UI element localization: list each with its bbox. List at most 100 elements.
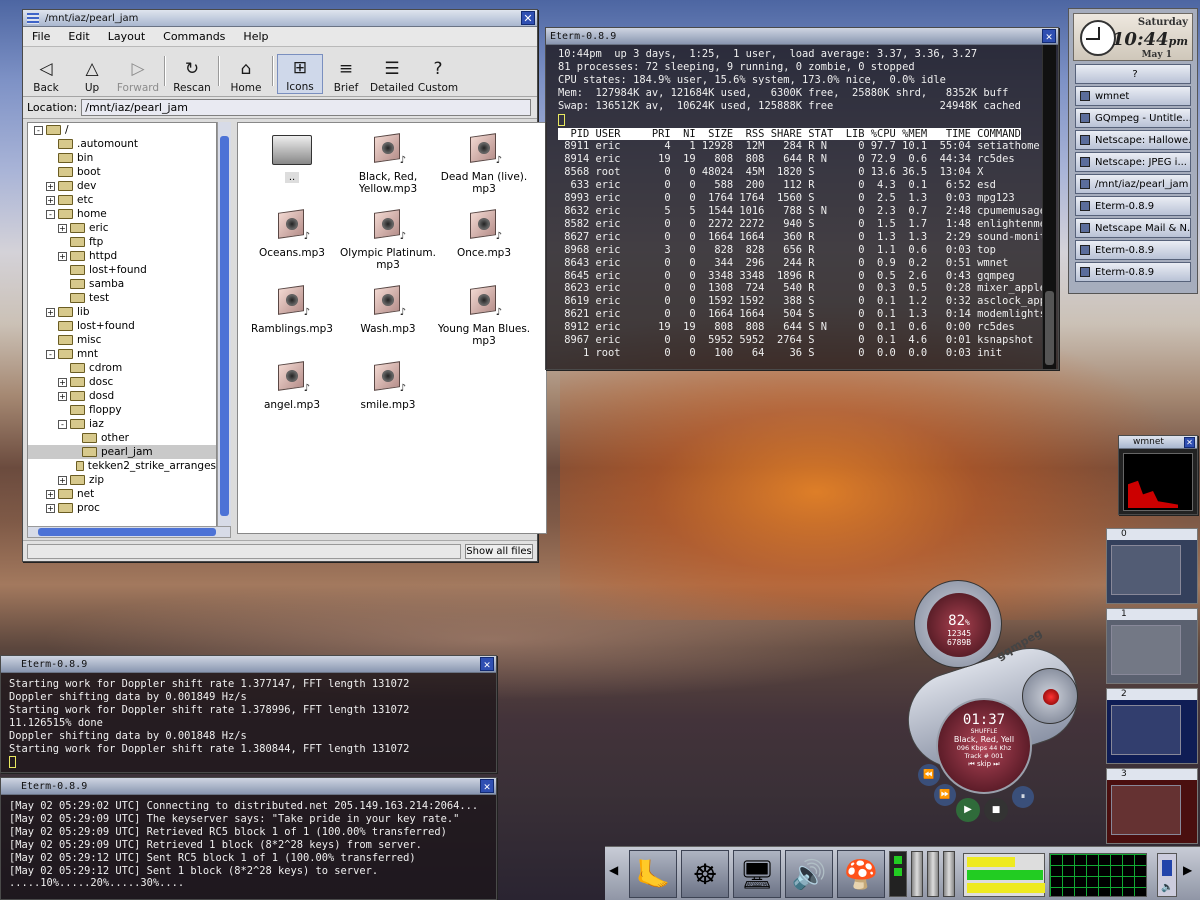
file-item[interactable]: ♪ Dead Man (live). mp3 bbox=[436, 133, 532, 195]
skip-control[interactable]: ⏮ skip ⏭ bbox=[938, 760, 1030, 769]
tree-item[interactable]: lost+found bbox=[28, 263, 216, 277]
file-item[interactable]: ♪ smile.mp3 bbox=[340, 361, 436, 411]
file-item[interactable]: ♪ Ramblings.mp3 bbox=[244, 285, 340, 335]
file-item[interactable]: ♪ Wash.mp3 bbox=[340, 285, 436, 335]
expand-icon[interactable]: + bbox=[58, 391, 67, 401]
tree-item[interactable]: pearl_jam bbox=[28, 445, 216, 459]
task-button[interactable]: Eterm-0.8.9 bbox=[1075, 262, 1191, 282]
tree-item[interactable]: other bbox=[28, 431, 216, 445]
panel-arrow-right-icon[interactable]: ▶ bbox=[1183, 863, 1192, 877]
expand-icon[interactable]: + bbox=[58, 251, 67, 261]
tree-item[interactable]: samba bbox=[28, 277, 216, 291]
tree-item[interactable]: floppy bbox=[28, 403, 216, 417]
close-icon[interactable]: ✕ bbox=[480, 779, 494, 793]
close-icon[interactable]: ✕ bbox=[1042, 29, 1056, 43]
brief-button[interactable]: ≡ Brief bbox=[323, 56, 369, 94]
tree-scrollbar[interactable] bbox=[217, 122, 231, 534]
tree-item[interactable]: + dosd bbox=[28, 389, 216, 403]
terminal-content[interactable]: Starting work for Doppler shift rate 1.3… bbox=[9, 678, 489, 755]
volume-control[interactable]: 🔈 bbox=[1157, 853, 1177, 897]
terminal-titlebar[interactable]: Eterm-0.8.9 ✕ bbox=[1, 778, 496, 795]
scroll-thumb[interactable] bbox=[220, 136, 229, 516]
eject-knob[interactable] bbox=[1022, 668, 1078, 724]
mixer-slider-1[interactable] bbox=[911, 851, 923, 897]
menu-commands[interactable]: Commands bbox=[154, 30, 234, 43]
file-manager-titlebar[interactable]: /mnt/iaz/pearl_jam ✕ bbox=[23, 10, 537, 27]
file-item[interactable]: ♪ angel.mp3 bbox=[244, 361, 340, 411]
file-item[interactable]: ♪ Oceans.mp3 bbox=[244, 209, 340, 259]
tree-item[interactable]: + net bbox=[28, 487, 216, 501]
tree-item[interactable]: boot bbox=[28, 165, 216, 179]
tree-hscrollbar[interactable] bbox=[27, 526, 231, 538]
home-button[interactable]: ⌂ Home bbox=[223, 56, 269, 94]
file-item[interactable]: ♪ Black, Red, Yellow.mp3 bbox=[340, 133, 436, 195]
hscroll-thumb[interactable] bbox=[38, 528, 216, 536]
icons-button[interactable]: ⊞ Icons bbox=[277, 54, 323, 94]
expand-icon[interactable]: + bbox=[46, 489, 55, 499]
terminal-content[interactable]: 10:44pm up 3 days, 1:25, 1 user, load av… bbox=[558, 48, 1052, 360]
task-button[interactable]: Netscape Mail & N... bbox=[1075, 218, 1191, 238]
tree-item[interactable]: - iaz bbox=[28, 417, 216, 431]
mushroom-launcher-icon[interactable]: 🍄 bbox=[837, 850, 885, 898]
up-button[interactable]: △ Up bbox=[69, 56, 115, 94]
scroll-thumb[interactable] bbox=[1045, 291, 1054, 365]
expand-icon[interactable]: + bbox=[46, 307, 55, 317]
desktop-2[interactable]: 2 bbox=[1106, 688, 1198, 764]
terminal-scrollbar[interactable] bbox=[1042, 45, 1056, 369]
tree-item[interactable]: - home bbox=[28, 207, 216, 221]
task-button[interactable]: Eterm-0.8.9 bbox=[1075, 240, 1191, 260]
tree-item[interactable]: misc bbox=[28, 333, 216, 347]
task-button[interactable]: Netscape: Hallowe... bbox=[1075, 130, 1191, 150]
play-button[interactable]: ▶ bbox=[956, 798, 980, 822]
terminal-titlebar[interactable]: Eterm-0.8.9 ✕ bbox=[546, 28, 1058, 45]
menu-help[interactable]: Help bbox=[234, 30, 277, 43]
sound-launcher-icon[interactable]: 🔊 bbox=[785, 850, 833, 898]
tree-item[interactable]: + etc bbox=[28, 193, 216, 207]
tree-item[interactable]: tekken2_strike_arranges bbox=[28, 459, 216, 473]
wmnet-titlebar[interactable]: wmnet ✕ bbox=[1119, 436, 1197, 449]
menu-edit[interactable]: Edit bbox=[59, 30, 98, 43]
tree-item[interactable]: lost+found bbox=[28, 319, 216, 333]
expand-icon[interactable]: + bbox=[58, 475, 67, 485]
collapse-icon[interactable]: - bbox=[46, 349, 55, 359]
collapse-icon[interactable]: - bbox=[46, 209, 55, 219]
desktop-1[interactable]: 1 bbox=[1106, 608, 1198, 684]
close-icon[interactable]: ✕ bbox=[521, 11, 535, 25]
pause-button[interactable]: ⏸ bbox=[1012, 786, 1034, 808]
menu-layout[interactable]: Layout bbox=[99, 30, 154, 43]
collapse-icon[interactable]: - bbox=[34, 125, 43, 135]
prev-button[interactable]: ⏪ bbox=[918, 764, 940, 786]
window-menu-icon[interactable] bbox=[27, 12, 39, 24]
expand-icon[interactable]: + bbox=[46, 195, 55, 205]
file-item[interactable]: ♪ Olympic Platinum. mp3 bbox=[340, 209, 436, 271]
tree-item[interactable]: + lib bbox=[28, 305, 216, 319]
stop-button[interactable]: ■ bbox=[984, 798, 1008, 822]
helm-launcher-icon[interactable]: ☸ bbox=[681, 850, 729, 898]
tree-item[interactable]: + eric bbox=[28, 221, 216, 235]
tree-item[interactable]: cdrom bbox=[28, 361, 216, 375]
collapse-icon[interactable]: - bbox=[58, 419, 67, 429]
desktop-3[interactable]: 3 bbox=[1106, 768, 1198, 844]
tree-item[interactable]: - / bbox=[28, 123, 216, 137]
tree-item[interactable]: + proc bbox=[28, 501, 216, 515]
forward-button[interactable]: ▷ Forward bbox=[115, 56, 161, 94]
task-button[interactable]: Eterm-0.8.9 bbox=[1075, 196, 1191, 216]
panel-arrow-left-icon[interactable]: ◀ bbox=[609, 863, 618, 877]
tree-item[interactable]: + httpd bbox=[28, 249, 216, 263]
gnome-foot-launcher-icon[interactable]: 🦶 bbox=[629, 850, 677, 898]
terminal-titlebar[interactable]: Eterm-0.8.9 ✕ bbox=[1, 656, 496, 673]
terminal-content[interactable]: [May 02 05:29:02 UTC] Connecting to dist… bbox=[9, 800, 494, 890]
mixer-slider-3[interactable] bbox=[943, 851, 955, 897]
task-button[interactable]: wmnet bbox=[1075, 86, 1191, 106]
volume-dial[interactable]: 82% 12345 6789B bbox=[914, 580, 1002, 668]
task-button[interactable]: Netscape: JPEG i... bbox=[1075, 152, 1191, 172]
expand-icon[interactable]: + bbox=[58, 223, 67, 233]
mixer-slider-2[interactable] bbox=[927, 851, 939, 897]
file-item[interactable]: ♪ Once.mp3 bbox=[436, 209, 532, 259]
show-all-files-toggle[interactable]: Show all files bbox=[465, 544, 533, 559]
task-button[interactable]: GQmpeg - Untitle... bbox=[1075, 108, 1191, 128]
back-button[interactable]: ◁ Back bbox=[23, 56, 69, 94]
desktop-0[interactable]: 0 bbox=[1106, 528, 1198, 604]
next-button[interactable]: ⏩ bbox=[934, 784, 956, 806]
tree-item[interactable]: ftp bbox=[28, 235, 216, 249]
